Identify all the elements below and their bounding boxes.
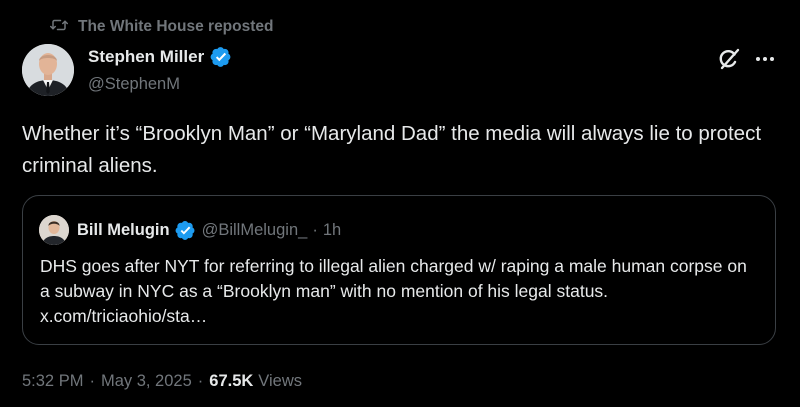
author-name[interactable]: Stephen Miller — [88, 47, 204, 67]
post-date[interactable]: May 3, 2025 — [101, 372, 192, 391]
views-label: Views — [258, 372, 303, 390]
author-name-row[interactable]: Stephen Miller — [88, 46, 232, 68]
meta-separator: · — [89, 372, 95, 390]
quoted-verified-badge-icon — [175, 220, 202, 241]
quoted-timestamp[interactable]: 1h — [323, 221, 341, 240]
quoted-tweet-card[interactable]: Bill Melugin @BillMelugin_ · 1h DHS goes… — [22, 195, 776, 345]
quoted-tweet-header: Bill Melugin @BillMelugin_ · 1h — [39, 215, 341, 245]
quoted-author-avatar[interactable] — [39, 215, 69, 245]
more-options-icon[interactable] — [752, 46, 778, 72]
repost-indicator[interactable]: The White House reposted — [50, 16, 274, 38]
meta-separator-2: · — [197, 372, 204, 390]
repost-label: The White House reposted — [78, 18, 274, 35]
quoted-author-name[interactable]: Bill Melugin — [77, 221, 170, 240]
post-time[interactable]: 5:32 PM — [22, 372, 83, 391]
repost-icon — [50, 16, 68, 39]
verified-badge-icon[interactable] — [210, 46, 232, 68]
tweet-text: Whether it’s “Brooklyn Man” or “Maryland… — [22, 122, 762, 177]
quoted-tweet-text: DHS goes after NYT for referring to ille… — [40, 256, 747, 326]
quoted-separator: · — [312, 220, 318, 239]
grok-icon[interactable] — [716, 46, 742, 72]
quoted-author-handle: @BillMelugin_ — [201, 220, 308, 239]
author-avatar[interactable] — [22, 44, 74, 96]
views-count[interactable]: 67.5K — [209, 372, 253, 391]
tweet-meta: 5:32 PM · May 3, 2025 · 67.5K Views — [22, 372, 302, 391]
author-handle[interactable]: @StephenM — [88, 75, 180, 94]
